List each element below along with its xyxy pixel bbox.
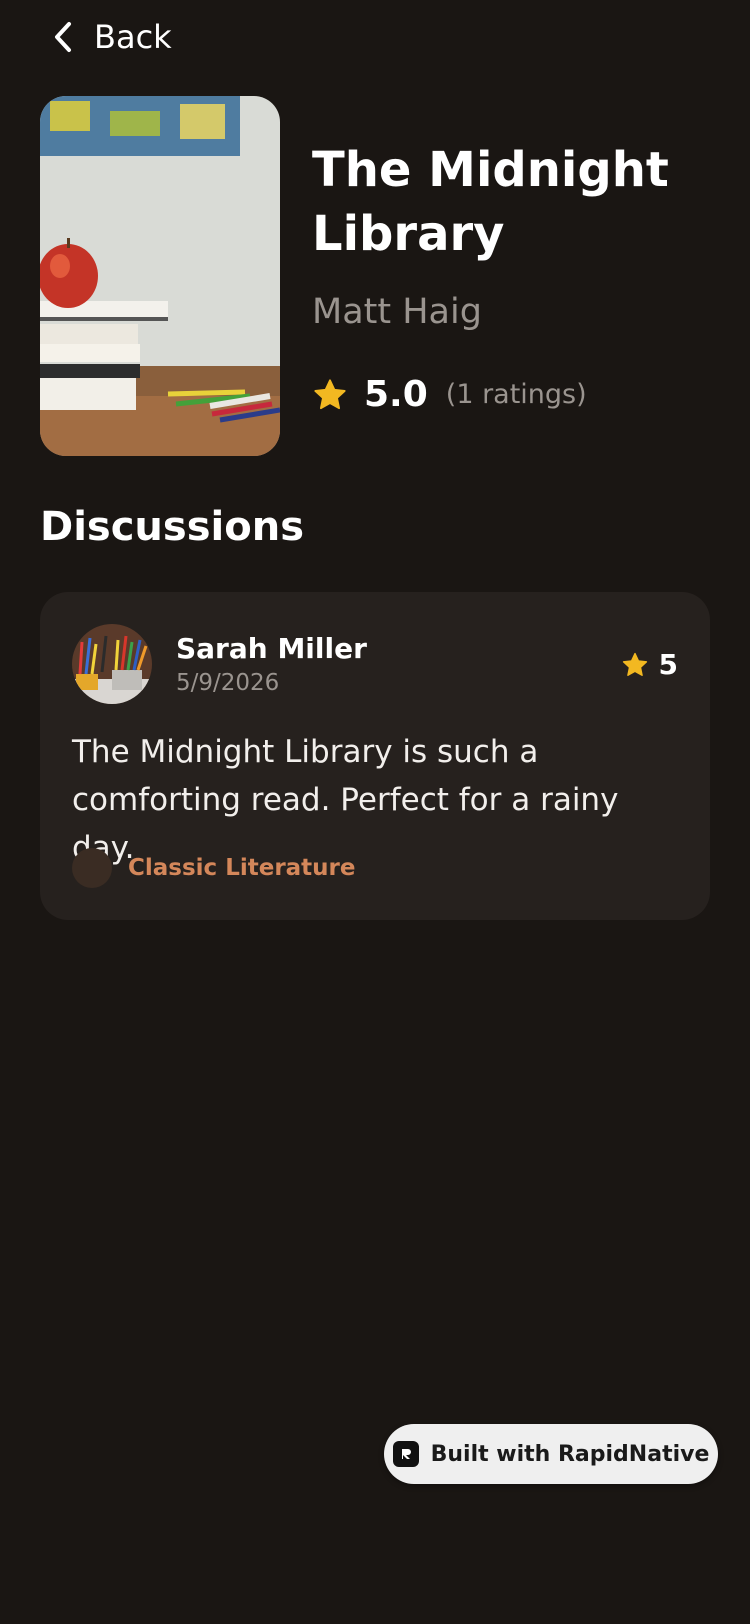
book-author: Matt Haig [312, 292, 482, 332]
badge-label: Built with RapidNative [430, 1441, 710, 1467]
rapidnative-logo-icon [392, 1441, 419, 1467]
book-detail-screen: Back The Midnight Library Matt Haig 5.0 … [0, 0, 750, 1624]
star-icon [622, 652, 647, 676]
genre-tag[interactable]: Classic Literature [72, 848, 356, 888]
post-rating-value: 5 [658, 648, 678, 681]
post-rating: 5 [621, 648, 678, 681]
avatar[interactable] [72, 624, 152, 704]
ratings-count: (1 ratings) [445, 379, 587, 410]
built-with-badge[interactable]: Built with RapidNative [384, 1424, 718, 1484]
genre-tag-label: Classic Literature [128, 855, 356, 881]
chevron-left-icon [55, 22, 71, 52]
discussion-card[interactable]: Sarah Miller 5/9/2026 5 The Midnight Lib… [40, 592, 710, 920]
back-button[interactable]: Back [52, 18, 172, 56]
book-title: The Midnight Library [312, 142, 669, 262]
back-label: Back [94, 18, 172, 56]
post-date: 5/9/2026 [176, 670, 280, 696]
discussions-heading: Discussions [40, 504, 305, 550]
user-name[interactable]: Sarah Miller [176, 632, 367, 665]
star-icon [314, 378, 346, 409]
rating-value: 5.0 [364, 374, 428, 415]
tag-dot-icon [72, 848, 112, 888]
book-cover-image [40, 96, 280, 456]
book-rating: 5.0 (1 ratings) [312, 374, 722, 415]
book-info: The Midnight Library Matt Haig 5.0 (1 ra… [312, 138, 722, 415]
